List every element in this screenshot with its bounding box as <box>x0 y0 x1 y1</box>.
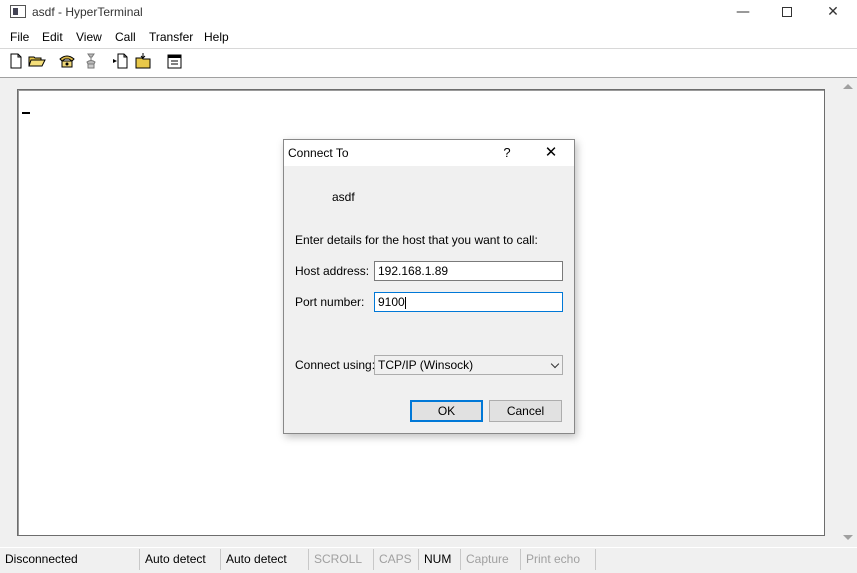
menu-edit[interactable]: Edit <box>42 30 63 44</box>
status-auto-detect-2: Auto detect <box>221 549 309 570</box>
new-file-icon[interactable] <box>7 53 25 69</box>
window-title: asdf - HyperTerminal <box>32 5 143 19</box>
host-address-label: Host address: <box>295 264 370 278</box>
terminal-cursor <box>22 112 30 114</box>
port-number-input[interactable]: 9100 <box>374 292 563 312</box>
disconnect-phone-icon[interactable] <box>82 53 100 69</box>
menu-view[interactable]: View <box>76 30 102 44</box>
vertical-scrollbar[interactable] <box>838 78 857 546</box>
maximize-button[interactable] <box>764 0 810 26</box>
receive-file-icon[interactable] <box>135 53 153 69</box>
cancel-button[interactable]: Cancel <box>489 400 562 422</box>
status-caps: CAPS <box>374 549 419 570</box>
send-file-icon[interactable] <box>112 53 130 69</box>
menu-bar: File Edit View Call Transfer Help <box>0 27 857 48</box>
phone-icon[interactable] <box>58 53 76 69</box>
status-scroll: SCROLL <box>309 549 374 570</box>
port-number-value: 9100 <box>378 295 405 309</box>
menu-call[interactable]: Call <box>115 30 136 44</box>
connect-using-value: TCP/IP (Winsock) <box>378 358 474 372</box>
minimize-button[interactable]: — <box>720 0 766 26</box>
port-number-label: Port number: <box>295 295 365 309</box>
open-folder-icon[interactable] <box>28 53 46 69</box>
ok-button[interactable]: OK <box>410 400 483 422</box>
title-bar: asdf - HyperTerminal — ✕ <box>0 0 857 26</box>
text-caret <box>404 296 406 309</box>
dialog-prompt: Enter details for the host that you want… <box>295 233 538 247</box>
status-num: NUM <box>419 549 461 570</box>
dialog-help-button[interactable]: ? <box>494 140 520 166</box>
maximize-icon <box>782 7 792 17</box>
menu-help[interactable]: Help <box>204 30 229 44</box>
status-capture: Capture <box>461 549 521 570</box>
dialog-title: Connect To <box>288 146 349 160</box>
status-auto-detect-1: Auto detect <box>140 549 221 570</box>
connect-using-select[interactable]: TCP/IP (Winsock) <box>374 355 563 375</box>
hyperterminal-app-icon[interactable] <box>10 5 26 18</box>
dialog-close-button[interactable]: ✕ <box>534 140 568 166</box>
properties-icon[interactable] <box>166 53 184 69</box>
connect-to-dialog: Connect To ? ✕ asdf Enter details for th… <box>283 139 575 434</box>
status-bar: Disconnected Auto detect Auto detect SCR… <box>0 548 857 573</box>
status-print-echo: Print echo <box>521 549 596 570</box>
menu-file[interactable]: File <box>10 30 29 44</box>
scroll-up-arrow-icon[interactable] <box>843 84 853 89</box>
status-connection: Disconnected <box>0 549 140 570</box>
chevron-down-icon <box>550 359 560 369</box>
connection-name: asdf <box>332 190 355 204</box>
scroll-down-arrow-icon[interactable] <box>843 535 853 540</box>
menu-transfer[interactable]: Transfer <box>149 30 193 44</box>
connect-using-label: Connect using: <box>295 358 376 372</box>
host-address-input[interactable]: 192.168.1.89 <box>374 261 563 281</box>
close-window-button[interactable]: ✕ <box>810 0 856 26</box>
dialog-title-bar: Connect To ? ✕ <box>284 140 574 166</box>
toolbar <box>0 49 857 75</box>
